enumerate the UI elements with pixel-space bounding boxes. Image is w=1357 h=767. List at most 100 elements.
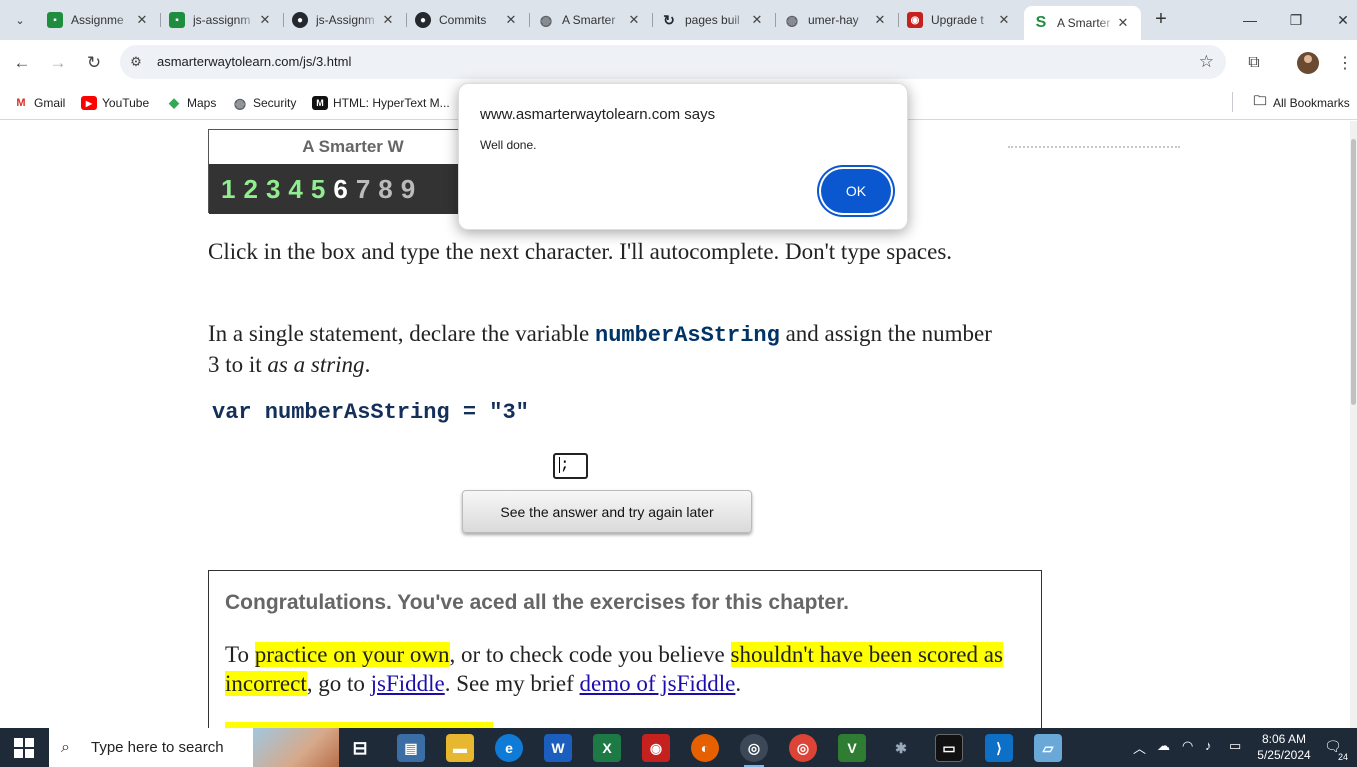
close-icon[interactable]: ✕ <box>749 12 765 28</box>
taskbar-search[interactable]: ⌕ Type here to search <box>49 728 339 767</box>
bookmark-mdn[interactable]: M HTML: HyperText M... <box>312 93 450 113</box>
chapter-link-3[interactable]: 3 <box>266 174 280 205</box>
chapter-link-7[interactable]: 7 <box>356 174 370 205</box>
chapter-link-2[interactable]: 2 <box>243 174 257 205</box>
new-tab-button[interactable]: + <box>1150 8 1172 30</box>
tab-smarter-way[interactable]: ◍ A Smarter ✕ <box>529 6 653 34</box>
restore-button[interactable]: ❐ <box>1286 10 1306 30</box>
close-icon[interactable]: ✕ <box>996 12 1012 28</box>
chapter-link-6[interactable]: 6 <box>333 174 347 205</box>
tab-pages-build[interactable]: ↻ pages buil ✕ <box>652 6 776 34</box>
jsfiddle-link[interactable]: jsFiddle <box>371 671 445 696</box>
answer-value: ; <box>560 456 570 474</box>
site-title: A Smarter W <box>302 137 404 156</box>
reload-button[interactable]: ↻ <box>83 52 105 74</box>
bookmark-label: Maps <box>187 96 217 110</box>
chapter-link-1[interactable]: 1 <box>221 174 235 205</box>
bookmark-gmail[interactable]: M Gmail <box>13 93 65 113</box>
close-icon[interactable]: ✕ <box>872 12 888 28</box>
close-icon[interactable]: ✕ <box>626 12 642 28</box>
terminal-icon[interactable]: ▭ <box>935 734 963 762</box>
code-line: var numberAsString = "3" <box>212 400 529 425</box>
onedrive-icon[interactable]: ☁ <box>1157 738 1170 754</box>
chevron-up-icon[interactable]: ︿ <box>1133 738 1146 757</box>
task-view-icon[interactable]: ⊟ <box>346 734 374 762</box>
start-button[interactable] <box>14 738 34 758</box>
browser-toolbar: ← → ↻ ⚙ asmarterwaytolearn.com/js/3.html… <box>0 40 1357 86</box>
tab-upgrade[interactable]: ◉ Upgrade t ✕ <box>898 6 1022 34</box>
bookmark-star-icon[interactable]: ☆ <box>1199 52 1214 72</box>
app-v-icon[interactable]: V <box>838 734 866 762</box>
congratulations-box: Congratulations. You've aced all the exe… <box>208 570 1042 728</box>
bookmark-youtube[interactable]: ▶ YouTube <box>81 93 149 113</box>
bookmark-security[interactable]: ◍ Security <box>232 93 296 113</box>
tab-title: js-Assignm <box>316 13 375 27</box>
chapter-link-9[interactable]: 9 <box>401 174 415 205</box>
screen-recorder-icon[interactable]: ◉ <box>642 734 670 762</box>
wifi-icon[interactable]: ◠ <box>1182 738 1193 754</box>
excel-icon[interactable]: X <box>593 734 621 762</box>
system-clock[interactable]: 8:06 AM 5/25/2024 <box>1253 731 1315 763</box>
notepad-icon[interactable]: ▱ <box>1034 734 1062 762</box>
answer-input[interactable]: ; <box>553 453 588 479</box>
minimize-button[interactable]: — <box>1240 10 1260 30</box>
notification-count: 24 <box>1336 752 1349 762</box>
close-window-button[interactable]: ✕ <box>1333 10 1353 30</box>
scrollbar-thumb[interactable] <box>1351 139 1356 405</box>
ok-button[interactable]: OK <box>821 169 891 213</box>
volume-icon[interactable]: ♪ <box>1205 738 1212 753</box>
file-manager-icon[interactable]: ▤ <box>397 734 425 762</box>
tab-umer-hay[interactable]: ◍ umer-hay ✕ <box>775 6 899 34</box>
chapter-link-4[interactable]: 4 <box>288 174 302 205</box>
close-icon[interactable]: ✕ <box>257 12 273 28</box>
globe-icon: ◍ <box>233 94 247 111</box>
jsfiddle-demo-link[interactable]: demo of jsFiddle <box>580 671 736 696</box>
close-icon[interactable]: ✕ <box>134 12 150 28</box>
all-bookmarks[interactable]: 🗀 All Bookmarks <box>1252 93 1349 113</box>
file-explorer-icon[interactable]: ▬ <box>446 734 474 762</box>
classroom-icon: ▪ <box>169 12 185 28</box>
chapter-link-8[interactable]: 8 <box>378 174 392 205</box>
page-scrollbar[interactable] <box>1350 121 1357 728</box>
dialog-title: www.asmarterwaytolearn.com says <box>480 106 716 123</box>
tab-github-repo[interactable]: ● js-Assignm ✕ <box>283 6 407 34</box>
battery-icon[interactable]: ▭ <box>1229 738 1241 754</box>
vscode-icon[interactable]: ⟩ <box>985 734 1013 762</box>
chapter-navigation: 123456789 <box>209 164 497 214</box>
close-icon[interactable]: ✕ <box>1115 15 1131 31</box>
extensions-icon[interactable]: ⧉ <box>1243 52 1265 74</box>
prompt-text: . <box>364 352 371 377</box>
classroom-icon: ▪ <box>47 12 63 28</box>
tab-smarter-way-active[interactable]: S A Smarter ✕ <box>1024 6 1141 40</box>
notification-icon[interactable]: 🗨 24 <box>1324 738 1349 762</box>
profile-avatar[interactable] <box>1297 52 1319 74</box>
firefox-icon[interactable]: ◐ <box>691 734 719 762</box>
see-answer-button[interactable]: See the answer and try again later <box>462 490 752 533</box>
prompt-text: In a single statement, declare the varia… <box>208 321 595 346</box>
tab-commits[interactable]: ● Commits ✕ <box>406 6 530 34</box>
menu-icon[interactable]: ⋮ <box>1334 52 1356 74</box>
close-icon[interactable]: ✕ <box>503 12 519 28</box>
clock-date: 5/25/2024 <box>1257 748 1311 762</box>
smarter-way-icon: S <box>1035 14 1047 31</box>
tab-title: umer-hay <box>808 13 859 27</box>
settings-bug-icon[interactable]: ✱ <box>887 734 915 762</box>
chrome-icon[interactable]: ◎ <box>740 734 768 767</box>
bookmark-maps[interactable]: ◆ Maps <box>166 93 216 113</box>
search-placeholder: Type here to search <box>91 739 224 756</box>
edge-icon[interactable]: e <box>495 734 523 762</box>
tab-title: pages buil <box>685 13 740 27</box>
back-button[interactable]: ← <box>11 52 33 74</box>
tab-assignment[interactable]: ▪ Assignme ✕ <box>38 6 161 34</box>
tab-strip: ⌄ ▪ Assignme ✕ ▪ js-assignm ✕ ● js-Assig… <box>0 0 1357 40</box>
word-icon[interactable]: W <box>544 734 572 762</box>
tab-js-assignment[interactable]: ▪ js-assignm ✕ <box>160 6 284 34</box>
close-icon[interactable]: ✕ <box>380 12 396 28</box>
site-info-icon[interactable]: ⚙ <box>128 54 144 70</box>
forward-button[interactable]: → <box>47 52 69 74</box>
tab-search-button[interactable]: ⌄ <box>8 8 32 32</box>
chapter-link-5[interactable]: 5 <box>311 174 325 205</box>
chrome-profile-icon[interactable]: ◎ <box>789 734 817 762</box>
github-icon: ● <box>292 12 308 28</box>
address-bar[interactable]: ⚙ asmarterwaytolearn.com/js/3.html ☆ <box>120 45 1226 79</box>
